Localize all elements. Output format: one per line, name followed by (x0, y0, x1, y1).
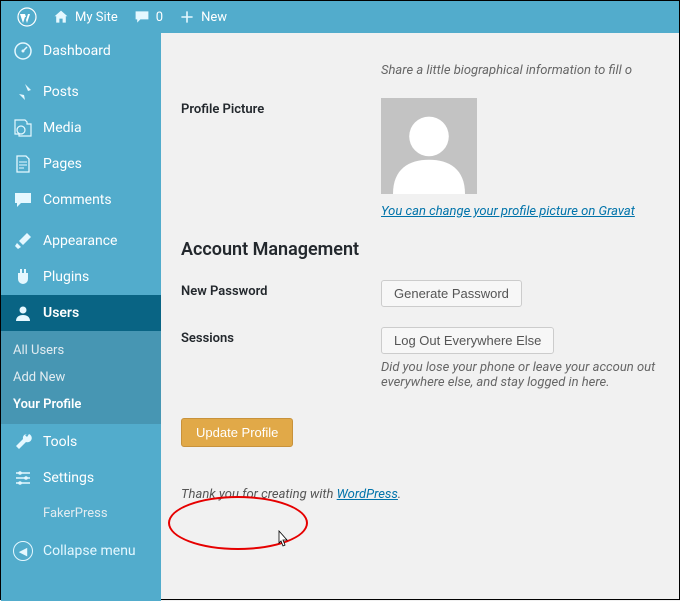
media-icon (13, 118, 33, 138)
update-profile-button[interactable]: Update Profile (181, 418, 293, 447)
comment-icon (13, 190, 33, 210)
plugin-icon (13, 267, 33, 287)
menu-plugins[interactable]: Plugins (1, 259, 161, 295)
site-link[interactable]: My Site (45, 9, 126, 25)
menu-label: Appearance (43, 233, 117, 249)
avatar (381, 98, 477, 194)
submenu-add-new[interactable]: Add New (1, 364, 161, 391)
brush-icon (13, 231, 33, 251)
menu-label: Plugins (43, 269, 89, 285)
new-content[interactable]: New (171, 9, 235, 25)
admin-toolbar: My Site 0 New (1, 1, 679, 33)
bio-description: Share a little biographical information … (381, 63, 659, 78)
pin-icon (13, 82, 33, 102)
footer-credit: Thank you for creating with WordPress. (181, 487, 659, 502)
new-password-label: New Password (181, 280, 381, 307)
menu-users[interactable]: Users (1, 295, 161, 331)
wrench-icon (13, 432, 33, 452)
page-icon (13, 154, 33, 174)
wordpress-icon (17, 7, 37, 27)
menu-label: Posts (43, 84, 79, 100)
menu-label: Dashboard (43, 43, 111, 59)
submenu-users: All Users Add New Your Profile (1, 331, 161, 424)
sliders-icon (13, 468, 33, 488)
dashboard-icon (13, 41, 33, 61)
menu-tools[interactable]: Tools (1, 424, 161, 460)
menu-label: Media (43, 120, 82, 136)
menu-media[interactable]: Media (1, 110, 161, 146)
user-icon (13, 303, 33, 323)
submenu-all-users[interactable]: All Users (1, 337, 161, 364)
comments-link[interactable]: 0 (126, 9, 171, 25)
new-label: New (201, 10, 227, 25)
home-icon (53, 9, 69, 25)
menu-label: Tools (43, 434, 77, 450)
menu-label: Pages (43, 156, 82, 172)
submenu-your-profile[interactable]: Your Profile (1, 391, 161, 418)
gravatar-link[interactable]: You can change your profile picture on G… (381, 204, 635, 219)
logout-everywhere-button[interactable]: Log Out Everywhere Else (381, 327, 554, 354)
menu-label: Users (43, 305, 79, 321)
collapse-icon: ◀ (13, 541, 33, 561)
generate-password-button[interactable]: Generate Password (381, 280, 522, 307)
cursor-pointer-icon (274, 530, 292, 552)
wordpress-link[interactable]: WordPress (337, 487, 398, 502)
sessions-label: Sessions (181, 327, 381, 390)
menu-label: Settings (43, 470, 94, 486)
collapse-label: Collapse menu (43, 543, 136, 559)
wp-logo[interactable] (9, 7, 45, 27)
profile-picture-label: Profile Picture (181, 98, 381, 219)
menu-appearance[interactable]: Appearance (1, 223, 161, 259)
admin-sidebar: Dashboard Posts Media Pages Comments App… (1, 33, 161, 601)
site-name: My Site (75, 10, 118, 25)
submenu-settings: FakerPress (1, 496, 161, 531)
menu-comments[interactable]: Comments (1, 182, 161, 218)
menu-settings[interactable]: Settings (1, 460, 161, 496)
avatar-placeholder-icon (384, 104, 474, 194)
plus-icon (179, 9, 195, 25)
menu-label: Comments (43, 192, 112, 208)
collapse-menu[interactable]: ◀ Collapse menu (1, 531, 161, 571)
menu-posts[interactable]: Posts (1, 74, 161, 110)
comment-icon (134, 9, 150, 25)
annotation-ellipse (168, 496, 308, 550)
main-content: Share a little biographical information … (161, 33, 679, 601)
account-management-heading: Account Management (181, 239, 659, 260)
sessions-description: Did you lose your phone or leave your ac… (381, 360, 659, 390)
menu-pages[interactable]: Pages (1, 146, 161, 182)
comments-count: 0 (156, 10, 163, 25)
submenu-fakerpress[interactable]: FakerPress (1, 500, 161, 527)
menu-dashboard[interactable]: Dashboard (1, 33, 161, 69)
